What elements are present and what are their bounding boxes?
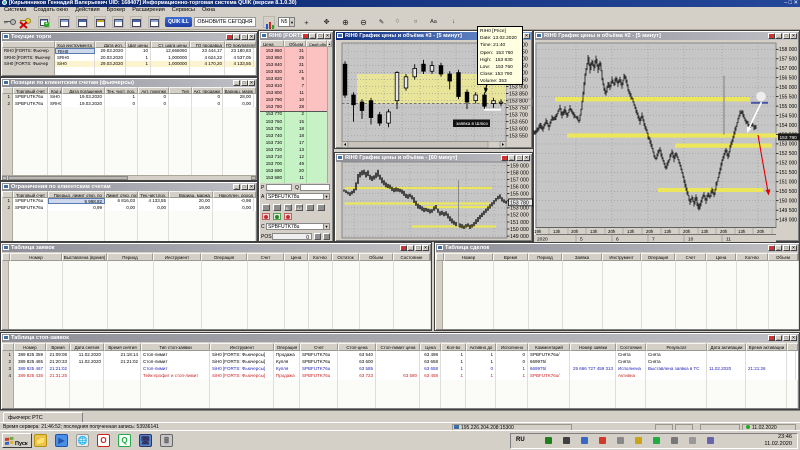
svg-text:152 000: 152 000 [779, 161, 797, 167]
svg-text:20h: 20h [646, 229, 654, 234]
svg-text:154 000: 154 000 [779, 123, 797, 129]
svg-text:153 600: 153 600 [509, 127, 528, 133]
svg-text:20h: 20h [571, 229, 579, 234]
svg-text:153 700: 153 700 [509, 113, 528, 119]
svg-text:153 550: 153 550 [509, 134, 528, 140]
svg-text:158 000: 158 000 [779, 47, 797, 53]
svg-text:152 000: 152 000 [510, 213, 529, 219]
svg-text:150 500: 150 500 [779, 189, 797, 195]
svg-text:150 000: 150 000 [510, 227, 529, 233]
svg-text:149 000: 149 000 [779, 218, 797, 224]
svg-text:13h: 13h [553, 229, 561, 234]
svg-text:156 000: 156 000 [510, 185, 529, 191]
svg-text:20h: 20h [608, 229, 616, 234]
svg-text:157 000: 157 000 [779, 66, 797, 72]
svg-text:152 500: 152 500 [779, 151, 797, 157]
svg-text:153 800: 153 800 [509, 99, 528, 105]
svg-text:153 750: 153 750 [509, 106, 528, 112]
svg-text:157 000: 157 000 [510, 177, 529, 183]
svg-text:19h: 19h [534, 229, 542, 234]
svg-text:153 780: 153 780 [780, 135, 798, 141]
svg-text:154 500: 154 500 [779, 113, 797, 119]
svg-text:151 000: 151 000 [510, 220, 529, 226]
svg-text:заявка в Шлюз: заявка в Шлюз [456, 121, 488, 126]
svg-text:158 000: 158 000 [510, 170, 529, 176]
svg-text:153 780: 153 780 [510, 200, 529, 206]
svg-text:156 000: 156 000 [779, 85, 797, 91]
svg-text:153 850: 153 850 [509, 91, 528, 97]
svg-text:149 000: 149 000 [510, 234, 529, 240]
svg-text:153 000: 153 000 [779, 142, 797, 148]
svg-text:153 900: 153 900 [509, 84, 528, 90]
svg-text:13h: 13h [590, 229, 598, 234]
svg-text:13h: 13h [627, 229, 635, 234]
svg-text:155 500: 155 500 [779, 94, 797, 100]
svg-text:151 000: 151 000 [779, 180, 797, 186]
svg-text:159 000: 159 000 [510, 163, 529, 169]
svg-text:156 500: 156 500 [779, 76, 797, 82]
svg-text:155 000: 155 000 [779, 104, 797, 110]
svg-text:155 000: 155 000 [510, 192, 529, 198]
svg-text:151 500: 151 500 [779, 170, 797, 176]
svg-text:149 500: 149 500 [779, 208, 797, 214]
svg-text:153 650: 153 650 [509, 120, 528, 126]
svg-text:20h: 20h [757, 229, 765, 234]
svg-text:157 500: 157 500 [779, 57, 797, 63]
svg-text:153 000: 153 000 [510, 206, 529, 212]
svg-text:13h: 13h [664, 229, 672, 234]
svg-text:20h: 20h [683, 229, 691, 234]
svg-text:13h: 13h [701, 229, 709, 234]
svg-text:13h: 13h [738, 229, 746, 234]
svg-text:20h: 20h [720, 229, 728, 234]
svg-text:150 000: 150 000 [779, 199, 797, 205]
